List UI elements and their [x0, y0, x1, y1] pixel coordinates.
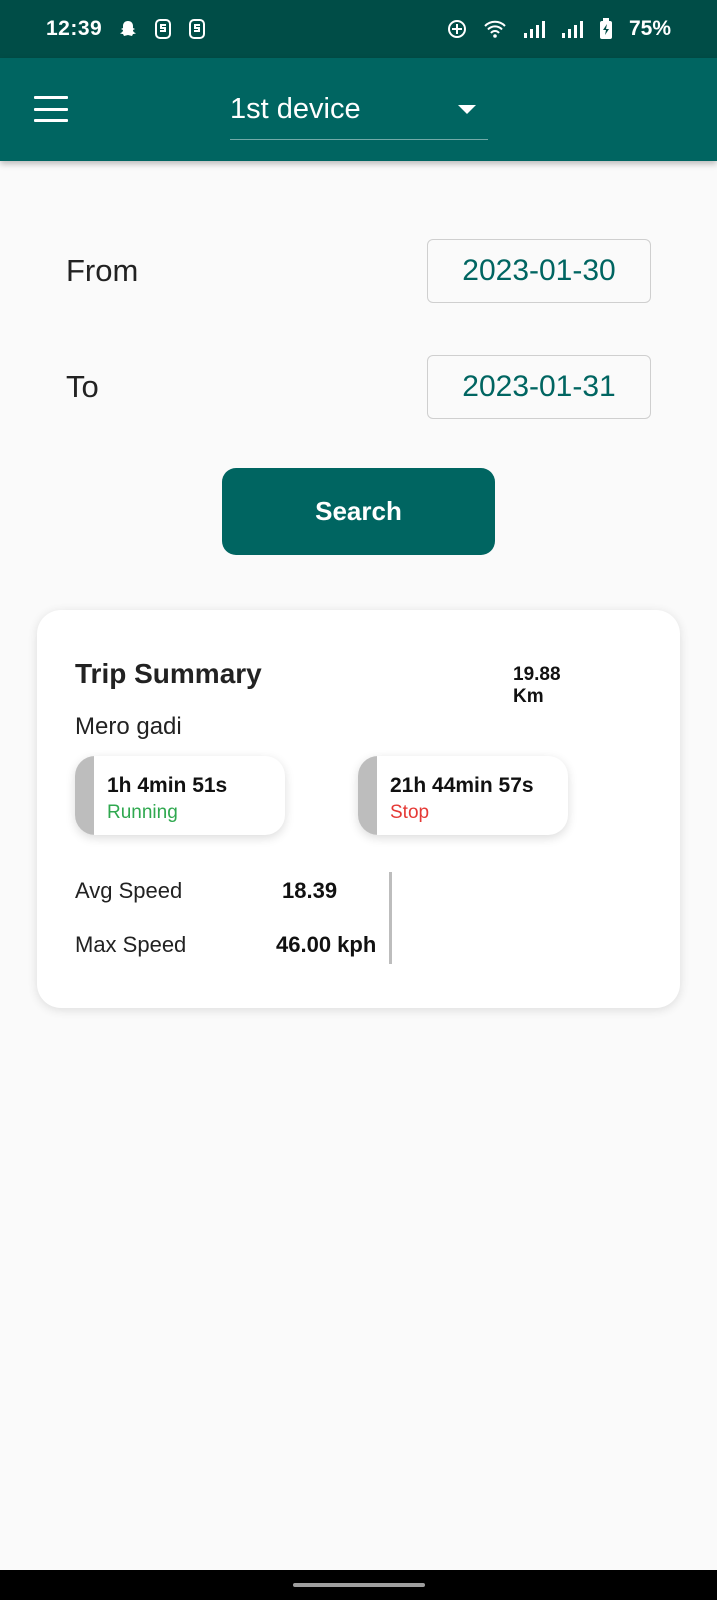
running-duration: 1h 4min 51s — [107, 774, 228, 797]
distance-unit: Km — [513, 686, 544, 707]
from-row: From 2023-01-30 — [66, 239, 651, 303]
notification-s-icon — [188, 19, 206, 39]
stop-duration-pill: 21h 44min 57s Stop — [358, 756, 568, 835]
max-speed-value: 46.00 kph — [276, 932, 377, 957]
avg-speed-value: 18.39 — [282, 878, 338, 903]
running-duration-pill: 1h 4min 51s Running — [75, 756, 285, 835]
stats-divider — [389, 872, 392, 964]
system-nav-bar — [0, 1570, 717, 1600]
device-dropdown-value: 1st device — [230, 93, 361, 125]
status-time: 12:39 — [46, 17, 103, 40]
battery-percent: 75% — [628, 17, 671, 40]
pill-accent-bar — [75, 756, 94, 835]
search-button[interactable]: Search — [222, 468, 495, 555]
from-label: From — [66, 253, 139, 288]
avg-speed-label: Avg Speed — [75, 878, 183, 903]
app-bar: 1st device — [0, 58, 717, 161]
home-gesture-handle[interactable] — [293, 1583, 425, 1587]
distance-value: 19.88 — [513, 664, 561, 685]
stop-duration: 21h 44min 57s — [390, 774, 534, 797]
stop-label: Stop — [390, 802, 430, 823]
signal-icon — [523, 19, 545, 39]
to-label: To — [66, 369, 99, 404]
hotspot-icon — [447, 19, 467, 39]
pill-accent-bar — [358, 756, 377, 835]
device-dropdown[interactable]: 1st device — [230, 80, 488, 140]
running-label: Running — [107, 802, 178, 823]
dropdown-arrow-icon — [458, 105, 476, 114]
from-date-field[interactable]: 2023-01-30 — [427, 239, 651, 303]
signal-icon — [561, 19, 583, 39]
menu-icon[interactable] — [34, 96, 68, 122]
snapchat-icon — [118, 19, 138, 39]
status-bar: 12:39 75% — [0, 0, 717, 58]
to-date-field[interactable]: 2023-01-31 — [427, 355, 651, 419]
wifi-icon — [483, 19, 507, 39]
to-row: To 2023-01-31 — [66, 355, 651, 419]
trip-summary-title: Trip Summary — [75, 658, 262, 689]
trip-summary-card: Trip Summary 19.88 Km Mero gadi 1h 4min … — [37, 610, 680, 1008]
notification-s-icon — [154, 19, 172, 39]
battery-charging-icon — [599, 18, 613, 40]
max-speed-label: Max Speed — [75, 932, 187, 957]
vehicle-name: Mero gadi — [75, 713, 182, 740]
trip-distance: 19.88 Km — [513, 664, 603, 708]
